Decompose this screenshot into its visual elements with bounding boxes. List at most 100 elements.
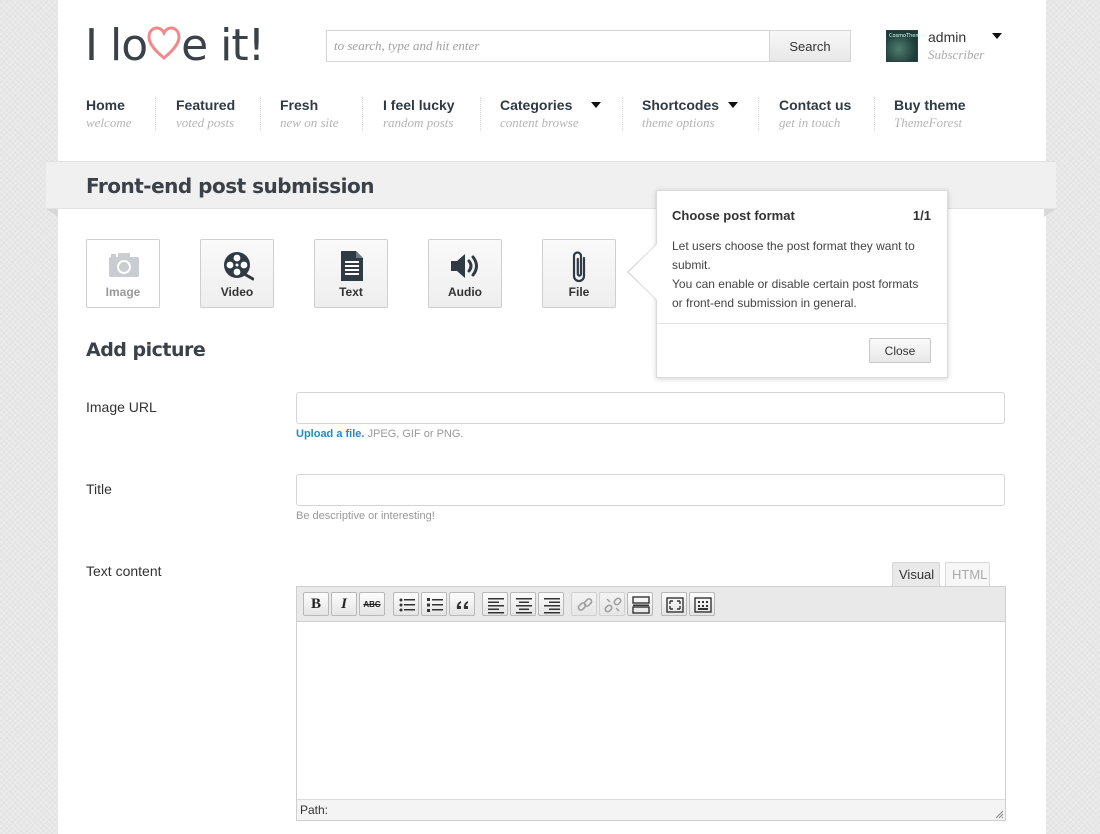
popover-text-line: You can enable or disable certain post f…: [672, 277, 919, 291]
tab-html[interactable]: HTML: [945, 562, 990, 587]
align-center-button[interactable]: [510, 592, 536, 616]
nav-item-buy-theme[interactable]: Buy theme ThemeForest: [894, 97, 966, 133]
band-fold: [46, 209, 58, 217]
nav-label: Home: [86, 97, 125, 113]
popover-body: Let users choose the post format they wa…: [672, 237, 937, 313]
upload-hint-text: JPEG, GIF or PNG.: [367, 428, 464, 440]
image-url-label: Image URL: [86, 399, 157, 415]
format-button-file[interactable]: File: [542, 239, 616, 308]
format-label: Text: [339, 285, 363, 299]
band-fold: [1044, 209, 1056, 217]
avatar[interactable]: CosmoThemes: [886, 30, 926, 62]
nav-divider: [622, 97, 623, 131]
speaker-icon: [451, 254, 478, 278]
nav-sublabel: content browse: [500, 115, 579, 130]
search-form: Search: [326, 30, 851, 62]
resize-grip-icon[interactable]: [994, 809, 1004, 819]
tab-visual[interactable]: Visual: [892, 562, 940, 587]
format-button-image[interactable]: Image: [86, 239, 160, 308]
nav-item-contact-us[interactable]: Contact us get in touch: [779, 97, 851, 133]
keyboard-icon: [694, 597, 712, 613]
align-left-button[interactable]: [482, 592, 508, 616]
chevron-down-icon: [728, 102, 738, 108]
nav-label: Fresh: [280, 97, 319, 113]
nav-item-home[interactable]: Home welcome: [86, 97, 131, 133]
section-title: Add picture: [86, 339, 206, 361]
user-name[interactable]: admin: [928, 29, 966, 45]
kitchen-sink-button[interactable]: [689, 592, 715, 616]
user-role: Subscriber: [928, 47, 985, 62]
align-center-icon: [516, 598, 532, 614]
format-label: Image: [105, 285, 141, 299]
link-icon: [577, 598, 593, 611]
format-label: File: [568, 285, 590, 299]
strikethrough-button[interactable]: ABC: [359, 592, 385, 616]
nav-label: Contact us: [779, 97, 852, 113]
bold-button[interactable]: B: [303, 592, 329, 616]
camera-icon: [109, 253, 139, 277]
nav-divider: [874, 97, 875, 131]
site-logo[interactable]: I lo e it!: [85, 18, 265, 74]
search-input[interactable]: [327, 31, 770, 61]
bullet-list-button[interactable]: [393, 592, 419, 616]
chevron-down-icon: [591, 102, 601, 108]
page-title: Front-end post submission: [86, 174, 374, 198]
logo-text-start: I lo: [85, 20, 148, 71]
nav-item-shortcodes[interactable]: Shortcodes theme options: [642, 97, 738, 133]
italic-button[interactable]: I: [331, 592, 357, 616]
nav-sublabel: new on site: [280, 115, 339, 130]
nav-sublabel: get in touch: [779, 115, 841, 130]
nav-label: Featured: [176, 97, 236, 113]
align-right-icon: [544, 598, 560, 614]
quote-icon: [456, 601, 468, 609]
nav-item-i-feel-lucky[interactable]: I feel lucky random posts: [383, 97, 455, 133]
popover-title: Choose post format: [672, 208, 795, 223]
nav-divider: [758, 97, 759, 131]
post-format-popover: Choose post format 1/1 Let users choose …: [656, 190, 948, 378]
editor-content-area[interactable]: [297, 622, 1005, 800]
nav-item-featured[interactable]: Featured voted posts: [176, 97, 235, 133]
editor-statusbar: Path:: [297, 799, 1005, 820]
italic-icon: I: [341, 596, 347, 612]
format-button-video[interactable]: Video: [200, 239, 274, 308]
nav-divider: [260, 97, 261, 131]
rich-text-editor: B I ABC Path:: [296, 586, 1006, 821]
nav-sublabel: theme options: [642, 115, 715, 130]
avatar-text: CosmoThemes: [889, 33, 926, 39]
text-content-label: Text content: [86, 563, 162, 579]
strikethrough-icon: ABC: [363, 600, 381, 609]
nav-label: Buy theme: [894, 97, 966, 113]
unlink-button[interactable]: [599, 592, 625, 616]
image-url-field[interactable]: [296, 392, 1005, 424]
popover-text-line: submit.: [672, 258, 711, 272]
align-left-icon: [488, 598, 504, 614]
blockquote-button[interactable]: [449, 592, 475, 616]
numbered-list-button[interactable]: [421, 592, 447, 616]
fullscreen-button[interactable]: [661, 592, 687, 616]
format-label: Video: [220, 285, 254, 299]
popover-close-button[interactable]: Close: [869, 338, 931, 363]
format-button-text[interactable]: Text: [314, 239, 388, 308]
bullet-list-icon: [399, 598, 415, 612]
popover-divider: [657, 323, 947, 324]
upload-file-link[interactable]: Upload a file.: [296, 428, 364, 440]
nav-label: Categories: [500, 97, 573, 113]
user-menu-caret-icon[interactable]: [992, 33, 1002, 39]
numbered-list-icon: [427, 598, 443, 612]
path-label: Path:: [300, 803, 329, 817]
align-right-button[interactable]: [538, 592, 564, 616]
nav-sublabel: ThemeForest: [894, 115, 963, 130]
paperclip-icon: [572, 251, 586, 283]
nav-item-categories[interactable]: Categories content browse: [500, 97, 601, 133]
title-field[interactable]: [296, 474, 1005, 506]
insert-link-button[interactable]: [571, 592, 597, 616]
nav-item-fresh[interactable]: Fresh new on site: [280, 97, 339, 133]
format-button-audio[interactable]: Audio: [428, 239, 502, 308]
search-button[interactable]: Search: [769, 31, 850, 61]
nav-divider: [480, 97, 481, 131]
logo-text-end: e it!: [181, 20, 265, 71]
nav-label: Shortcodes: [642, 97, 720, 113]
unlink-icon: [604, 597, 622, 613]
more-tag-button[interactable]: [627, 592, 653, 616]
title-hint: Be descriptive or interesting!: [296, 510, 435, 522]
